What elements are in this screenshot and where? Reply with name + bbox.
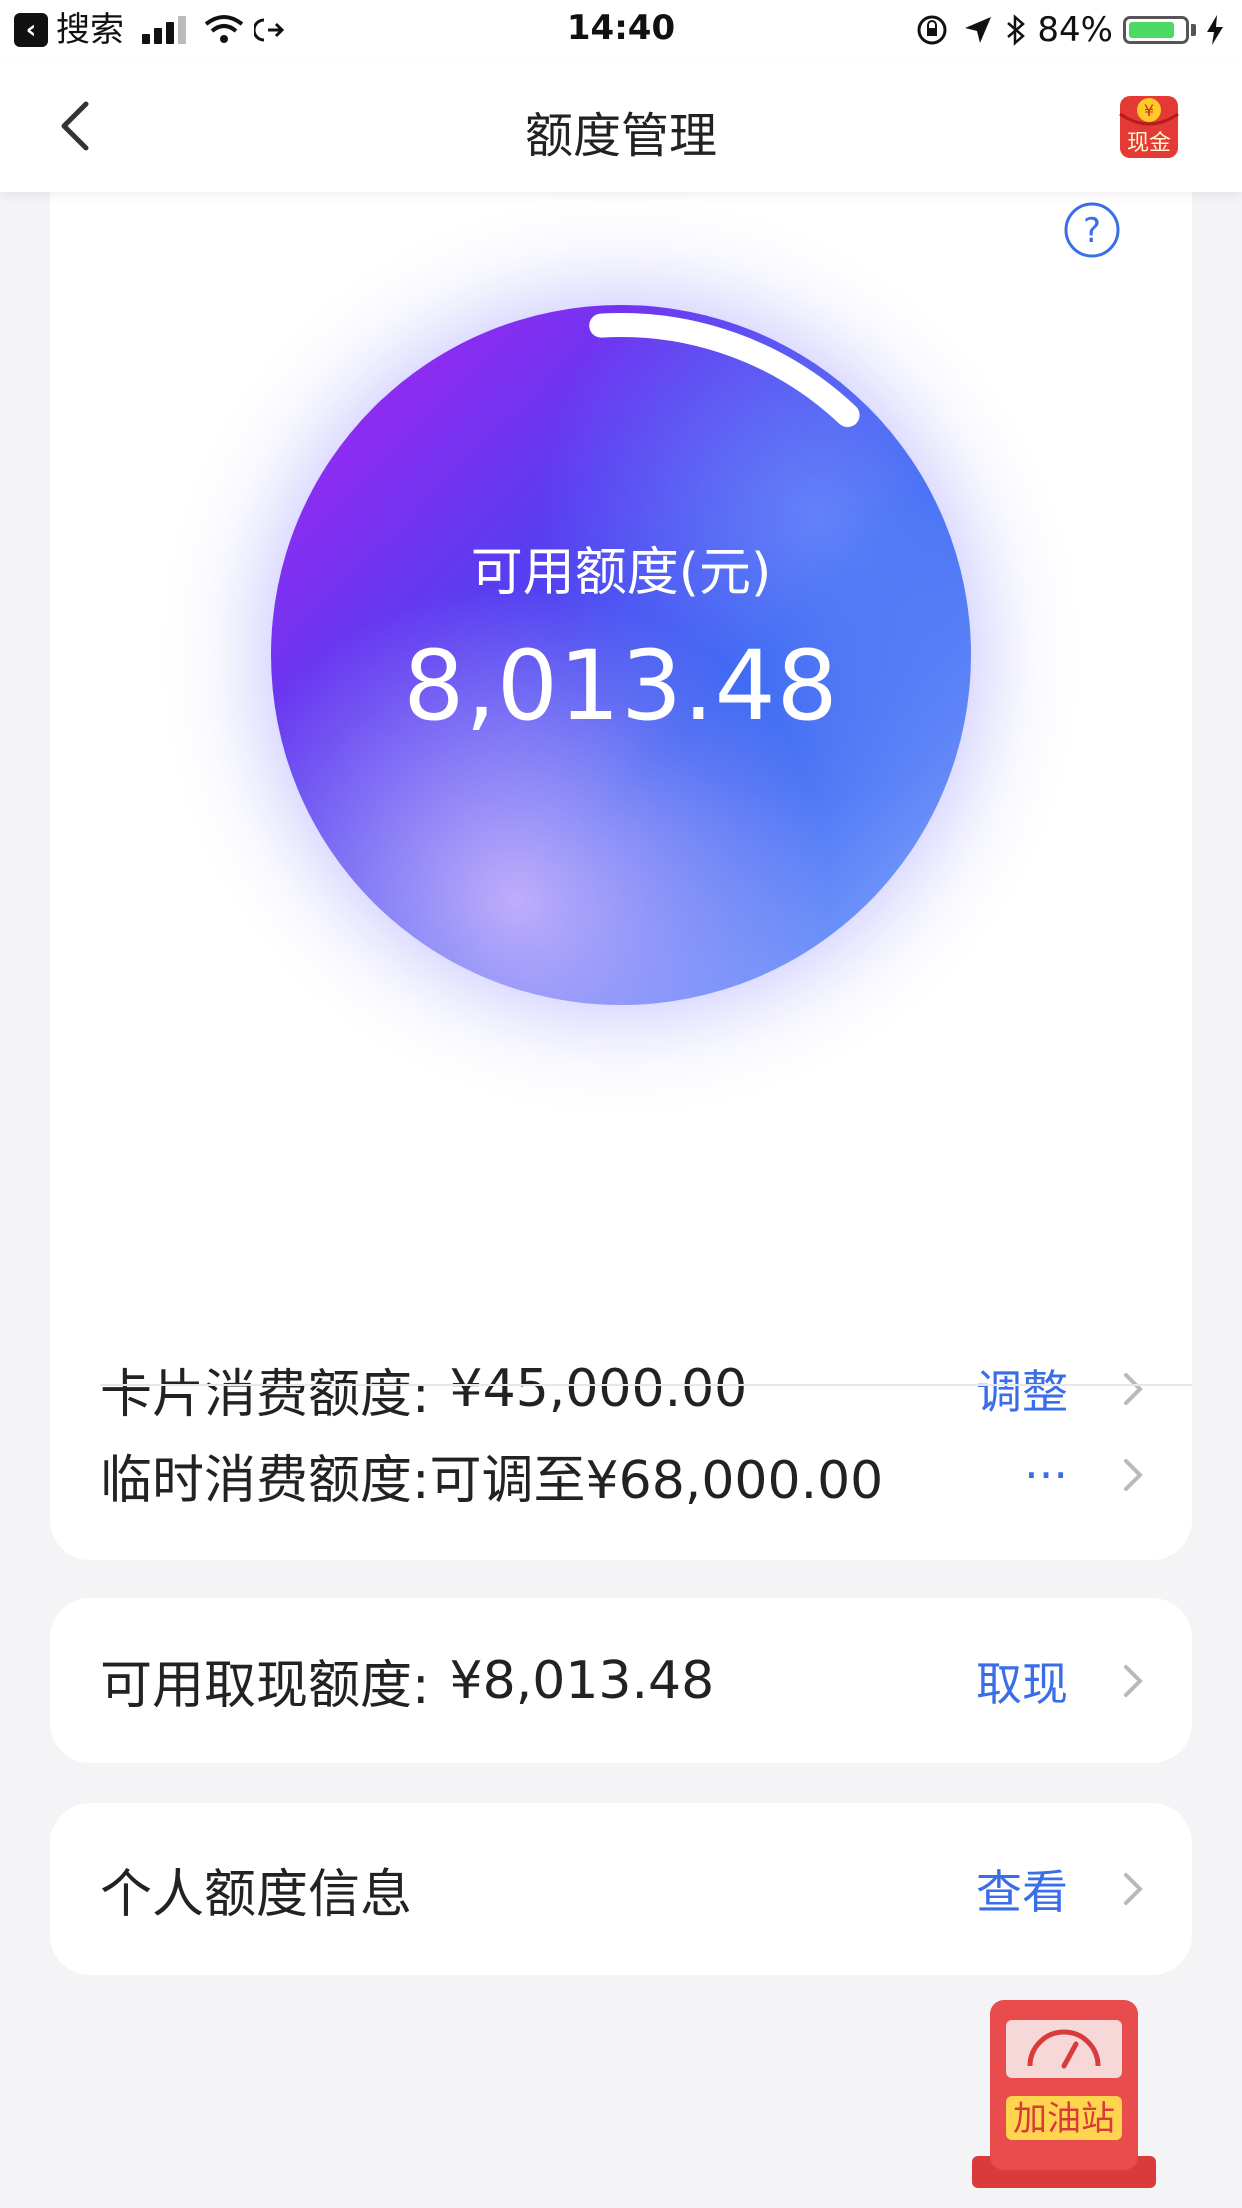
cash-limit-row[interactable]: 可用取现额度: ¥8,013.48 取现 [100, 1598, 1192, 1763]
battery-icon [1123, 16, 1189, 44]
row-divider [100, 1384, 1192, 1386]
navigation-bar: 额度管理 ¥ 现金 [0, 60, 1242, 192]
gas-station-label: 加油站 [1013, 2099, 1115, 2139]
cash-icon-text: 现金 [1127, 131, 1171, 156]
gas-station-screen [1006, 2020, 1122, 2078]
location-icon [965, 17, 992, 43]
page-title: 额度管理 [524, 108, 717, 164]
chevron-right-icon [1124, 1459, 1143, 1491]
bluetooth-icon [1007, 14, 1026, 46]
personal-limit-label: 个人额度信息 [100, 1864, 413, 1925]
available-limit-circle: 可用额度(元) 8,013.48 [50, 170, 1192, 1170]
chevron-right-icon [1124, 1664, 1143, 1697]
status-right: 84% [915, 10, 1226, 50]
orientation-lock-icon [917, 15, 947, 45]
view-link[interactable]: 查看 [976, 1856, 1068, 1922]
chevron-right-icon [1124, 1873, 1143, 1905]
cash-icon-symbol: ¥ [1144, 101, 1154, 120]
battery-percent: 84% [1037, 10, 1113, 50]
more-dots-link[interactable]: ··· [1024, 1448, 1068, 1502]
available-limit-value: 8,013.48 [403, 630, 839, 742]
temporary-limit-row[interactable]: 临时消费额度: 可调至¥68,000.00 ··· [100, 1390, 1192, 1560]
personal-limit-row[interactable]: 个人额度信息 查看 [100, 1803, 1192, 1975]
cash-limit-card: 可用取现额度: ¥8,013.48 取现 [50, 1598, 1192, 1763]
temporary-limit-value: 可调至¥68,000.00 [429, 1450, 884, 1511]
help-question-icon[interactable]: ? [1062, 200, 1122, 260]
gas-station-widget[interactable]: 加油站 [972, 2000, 1156, 2188]
battery-level [1129, 22, 1174, 38]
cash-limit-label: 可用取现额度: [100, 1656, 430, 1716]
credit-limit-card: 可用额度(元) 8,013.48 ? 卡片消费额度: ¥45,000.00 调整… [50, 170, 1192, 1560]
battery-tip [1191, 24, 1196, 36]
charging-icon [1207, 15, 1223, 45]
cash-limit-value: ¥8,013.48 [449, 1650, 715, 1711]
cash-red-envelope-icon[interactable]: ¥ 现金 [1116, 94, 1182, 160]
withdraw-cash-link[interactable]: 取现 [976, 1648, 1068, 1714]
temporary-limit-label: 临时消费额度: [100, 1450, 430, 1511]
svg-text:?: ? [1083, 211, 1101, 251]
personal-limit-card: 个人额度信息 查看 [50, 1803, 1192, 1975]
available-limit-label: 可用额度(元) [470, 543, 772, 603]
status-bar: ‹ 搜索 14:40 84% [0, 0, 1242, 60]
